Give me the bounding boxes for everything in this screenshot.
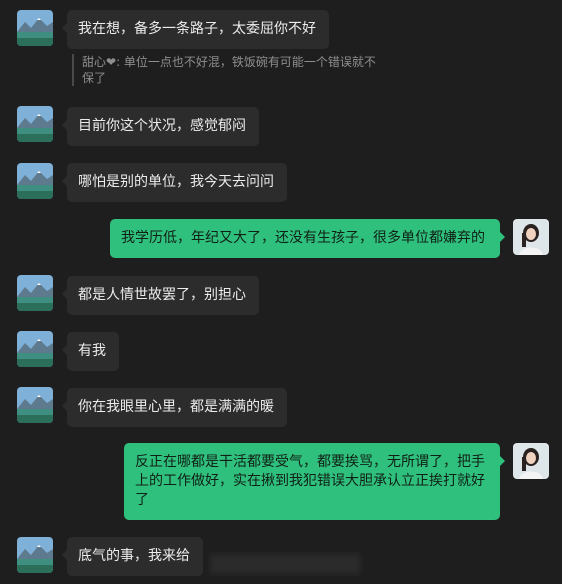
landscape-avatar-icon [17,331,53,367]
heart-icon: ❤ [106,55,117,69]
contact-avatar[interactable] [17,163,53,199]
message-bubble-incoming[interactable]: 我在想，备多一条路子，太委屈你不好 [62,10,329,49]
message-bubble-incoming[interactable]: 都是人情世故罢了，别担心 [62,276,259,315]
message-bubble-outgoing[interactable]: 我学历低，年纪又大了，还没有生孩子，很多单位都嫌弃的 [110,219,505,258]
landscape-avatar-icon [17,10,53,46]
contact-avatar[interactable] [17,10,53,46]
portrait-avatar-icon [513,219,549,255]
contact-avatar[interactable] [17,387,53,423]
contact-avatar[interactable] [17,275,53,311]
quote-text: : 单位一点也不好混，铁饭碗有可能一个错误就不保了 [82,55,376,85]
self-avatar[interactable] [513,443,549,479]
self-avatar[interactable] [513,219,549,255]
landscape-avatar-icon [17,163,53,199]
landscape-avatar-icon [17,275,53,311]
landscape-avatar-icon [17,106,53,142]
contact-avatar[interactable] [17,331,53,367]
contact-avatar[interactable] [17,537,53,573]
landscape-avatar-icon [17,387,53,423]
message-bubble-incoming[interactable]: 有我 [62,332,119,371]
portrait-avatar-icon [513,443,549,479]
contact-avatar[interactable] [17,106,53,142]
message-bubble-incoming[interactable]: 目前你这个状况，感觉郁闷 [62,107,259,146]
chat-window: 我在想，备多一条路子，太委屈你不好 甜心❤: 单位一点也不好混，铁饭碗有可能一个… [0,0,562,584]
quoted-message[interactable]: 甜心❤: 单位一点也不好混，铁饭碗有可能一个错误就不保了 [72,54,382,86]
message-bubble-incoming[interactable]: 哪怕是别的单位，我今天去问问 [62,163,287,202]
quote-sender: 甜心 [82,55,107,69]
blurred-overlay [210,554,360,574]
message-bubble-outgoing[interactable]: 反正在哪都是干活都要受气，都要挨骂，无所谓了，把手上的工作做好，实在揪到我犯错误… [124,443,505,520]
message-bubble-incoming[interactable]: 你在我眼里心里，都是满满的暖 [62,388,287,427]
landscape-avatar-icon [17,537,53,573]
message-bubble-incoming[interactable]: 底气的事，我来给 [62,537,203,576]
